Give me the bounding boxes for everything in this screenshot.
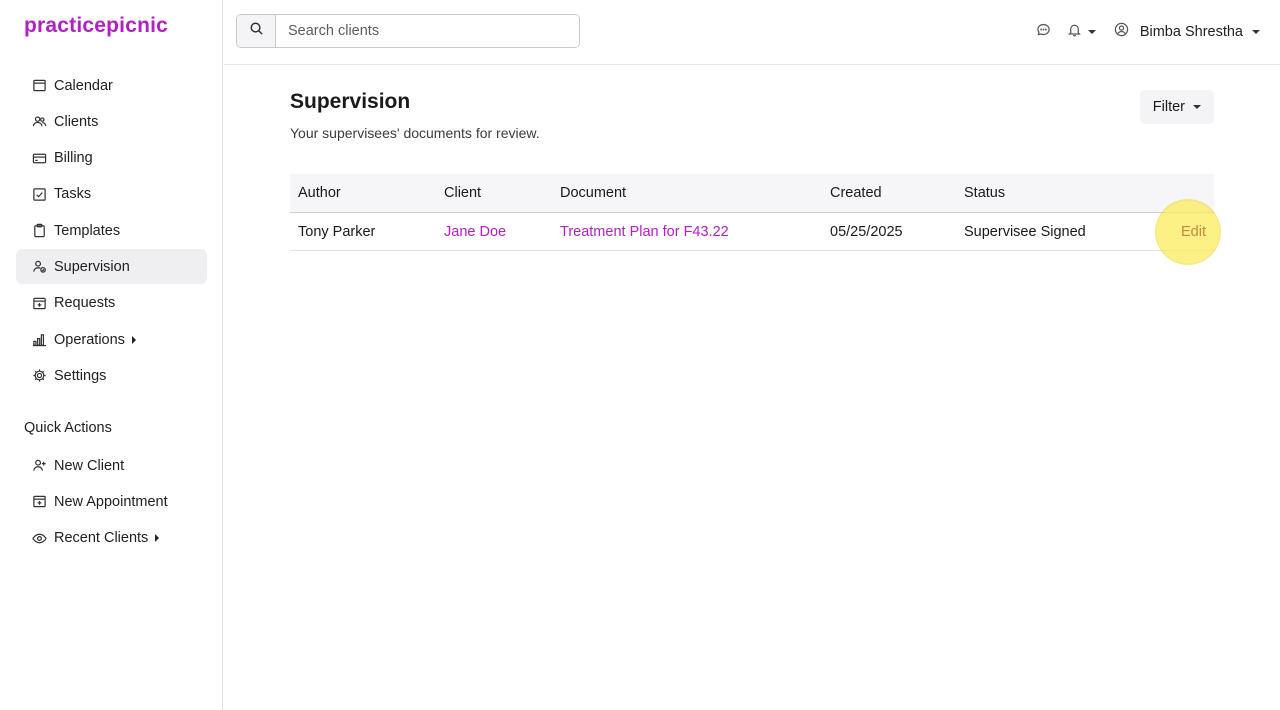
calendar-plus-icon [32,296,47,311]
column-header-author: Author [290,174,436,213]
sidebar-item-operations[interactable]: Operations [16,322,207,357]
sidebar-item-label: Tasks [54,186,92,203]
top-bar: Bimba Shrestha [224,0,1280,65]
sidebar-item-label: Clients [54,113,99,130]
column-header-created: Created [822,174,956,213]
chevron-down-icon [1193,105,1201,109]
cell-created: 05/25/2025 [822,212,956,251]
client-link[interactable]: Jane Doe [444,224,506,240]
eye-icon [32,531,47,546]
clipboard-icon [32,223,47,238]
edit-button[interactable]: Edit [1181,224,1206,240]
document-link[interactable]: Treatment Plan for F43.22 [560,224,729,240]
sidebar-nav: Calendar Clients Billing Tasks Templates… [16,68,207,395]
top-right-controls: Bimba Shrestha [1036,21,1260,43]
sidebar-item-clients[interactable]: Clients [16,104,207,139]
chat-icon[interactable] [1036,22,1051,42]
quick-action-label: New Appointment [54,493,168,510]
sidebar-item-requests[interactable]: Requests [16,286,207,321]
table-row: Tony Parker Jane Doe Treatment Plan for … [290,200,1219,263]
page-title: Supervision [290,90,411,113]
filter-label: Filter [1152,99,1185,115]
user-check-icon [32,259,47,274]
search-button[interactable] [237,15,276,47]
filter-button[interactable]: Filter [1139,90,1214,124]
quick-action-new-client[interactable]: New Client [16,448,207,483]
cell-author: Tony Parker [290,212,436,251]
sidebar-item-billing[interactable]: Billing [16,141,207,176]
sidebar-item-templates[interactable]: Templates [16,213,207,248]
sidebar-item-label: Requests [54,295,116,312]
column-header-document: Document [552,174,822,213]
sidebar-item-tasks[interactable]: Tasks [16,177,207,212]
credit-card-icon [32,151,47,166]
sidebar-item-supervision[interactable]: Supervision [16,249,207,285]
quick-action-label: Recent Clients [54,530,149,547]
quick-actions: New Client New Appointment Recent Client… [16,448,207,557]
chevron-down-icon[interactable] [1087,30,1096,34]
users-icon [32,114,47,129]
sidebar-item-label: Templates [54,222,121,239]
page-subtitle: Your supervisees' documents for review. [290,125,540,141]
bell-icon[interactable] [1067,22,1082,42]
search-input[interactable] [276,15,579,47]
table-header-row: Author Client Document Created Status [290,174,1214,213]
chevron-right-icon [131,335,136,344]
sidebar-item-label: Supervision [54,258,130,275]
chevron-right-icon [155,534,160,543]
search-bar [236,14,580,48]
calendar-icon [32,78,47,93]
sidebar-item-label: Calendar [54,77,113,94]
user-avatar-icon[interactable] [1114,22,1129,42]
checkbox-icon [32,187,47,202]
user-menu-name[interactable]: Bimba Shrestha [1140,24,1243,40]
user-plus-icon [32,458,47,473]
bar-chart-icon [32,332,47,347]
brand-logo[interactable]: practicepicnic [24,14,168,38]
calendar-plus-icon [32,494,47,509]
cell-actions: Edit [1126,200,1219,263]
sidebar-item-calendar[interactable]: Calendar [16,68,207,103]
quick-action-new-appointment[interactable]: New Appointment [16,484,207,519]
cell-status: Supervisee Signed [956,212,1126,251]
sidebar-item-settings[interactable]: Settings [16,358,207,393]
quick-action-recent-clients[interactable]: Recent Clients [16,521,207,556]
quick-action-label: New Client [54,457,125,474]
sidebar-item-label: Settings [54,367,107,384]
sidebar-item-label: Operations [54,331,125,348]
sidebar-item-label: Billing [54,150,93,167]
sidebar: practicepicnic Calendar Clients Billing … [0,0,223,710]
column-header-status: Status [956,174,1126,213]
search-icon [249,21,264,41]
gear-icon [32,368,47,383]
chevron-down-icon[interactable] [1252,30,1260,34]
supervision-table: Author Client Document Created Status To… [290,174,1219,263]
quick-actions-heading: Quick Actions [24,420,112,436]
column-header-client: Client [436,174,552,213]
